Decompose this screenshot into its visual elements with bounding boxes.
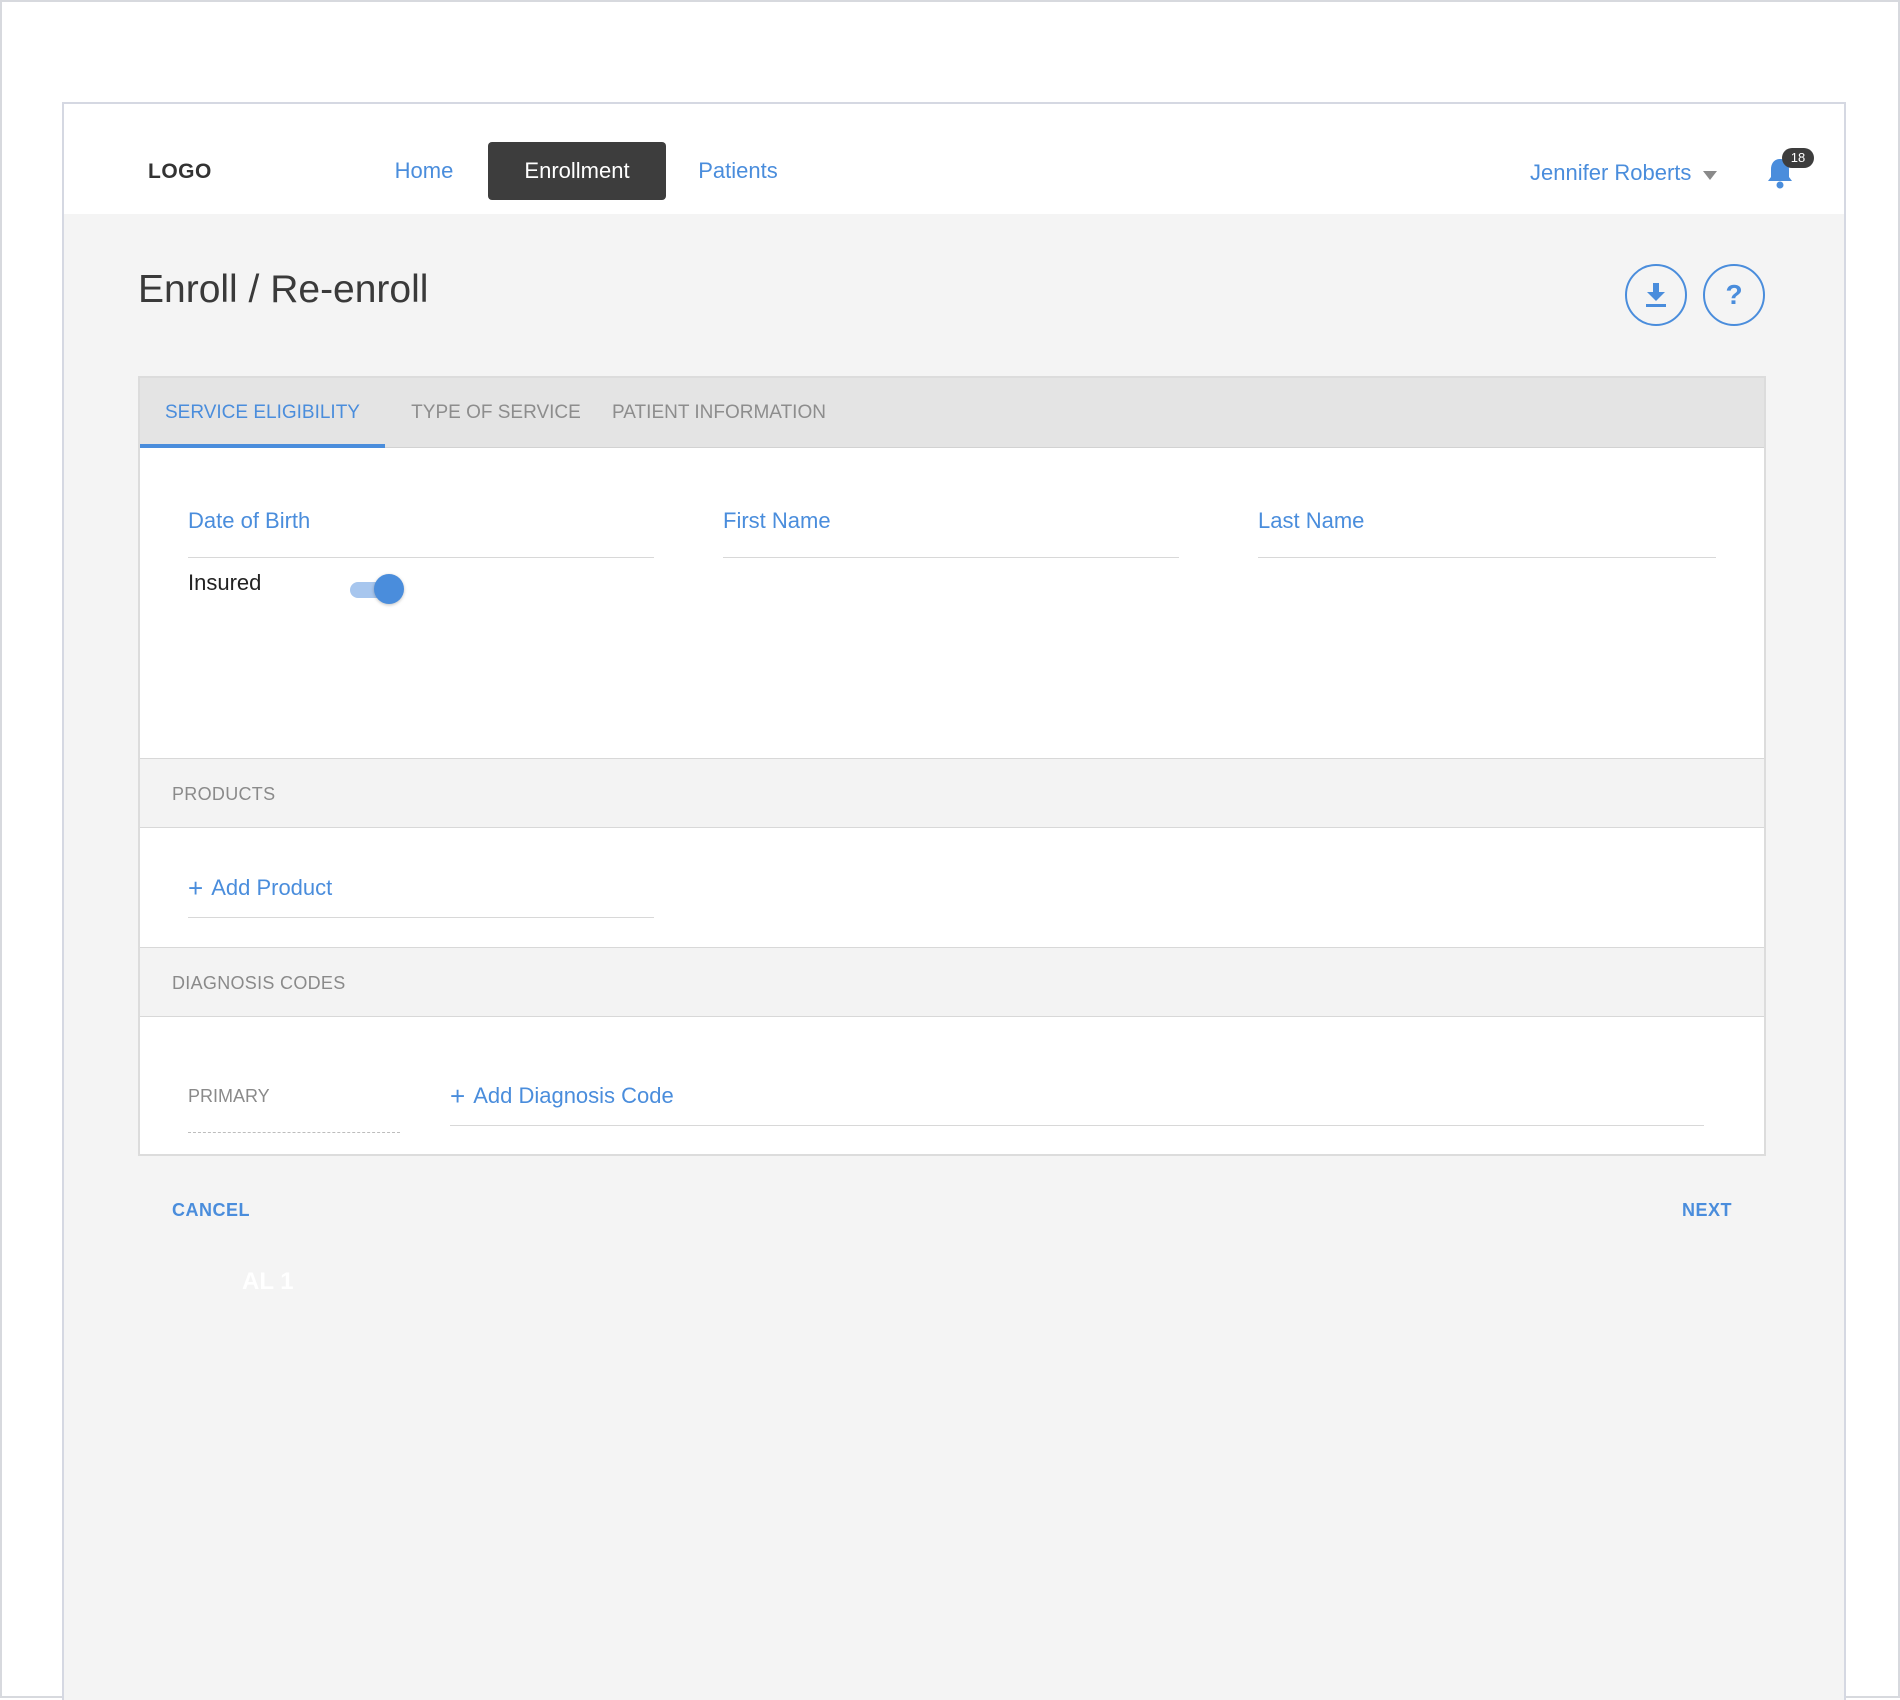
toggle-knob — [374, 574, 404, 604]
first-name-label: First Name — [723, 508, 831, 533]
nav-home[interactable]: Home — [374, 142, 474, 200]
first-name-field[interactable]: First Name — [723, 498, 1179, 558]
tab-type-of-service[interactable]: TYPE OF SERVICE — [406, 378, 586, 448]
primary-label: PRIMARY — [188, 1086, 270, 1106]
plus-icon: + — [450, 1080, 466, 1111]
cancel-button[interactable]: CANCEL — [172, 1200, 250, 1221]
faint-label: AL 1 — [242, 1268, 294, 1295]
add-product-label: Add Product — [211, 874, 333, 900]
primary-divider — [188, 1132, 400, 1133]
user-name: Jennifer Roberts — [1530, 160, 1692, 185]
user-menu[interactable]: Jennifer Roberts — [1530, 156, 1718, 190]
plus-icon: + — [188, 872, 204, 903]
diagnosis-codes-section-header: DIAGNOSIS CODES — [140, 947, 1764, 1017]
nav-enrollment[interactable]: Enrollment — [488, 142, 666, 200]
chevron-down-icon — [1703, 170, 1718, 180]
insured-toggle[interactable] — [350, 574, 404, 604]
add-diagnosis-code-label: Add Diagnosis Code — [473, 1082, 674, 1108]
page-title: Enroll / Re-enroll — [138, 268, 429, 311]
logo: LOGO — [148, 160, 212, 183]
top-navigation-bar: LOGO Home Enrollment Patients Jennifer R… — [64, 104, 1844, 214]
insured-label: Insured — [188, 570, 262, 595]
products-section-header: PRODUCTS — [140, 758, 1764, 828]
enrollment-card: SERVICE ELIGIBILITY TYPE OF SERVICE PATI… — [138, 376, 1766, 1220]
help-button[interactable]: ? — [1703, 264, 1765, 326]
tab-service-eligibility[interactable]: SERVICE ELIGIBILITY — [140, 378, 385, 448]
tab-bar: SERVICE ELIGIBILITY TYPE OF SERVICE PATI… — [140, 378, 1764, 448]
tab-patient-information[interactable]: PATIENT INFORMATION — [604, 378, 834, 448]
help-icon: ? — [1725, 279, 1743, 310]
notification-badge: 18 — [1782, 148, 1814, 168]
date-of-birth-field[interactable]: Date of Birth — [188, 498, 654, 558]
download-button[interactable] — [1625, 264, 1687, 326]
next-button[interactable]: NEXT — [1682, 1200, 1732, 1221]
last-name-label: Last Name — [1258, 508, 1365, 533]
app-frame: LOGO Home Enrollment Patients Jennifer R… — [62, 102, 1846, 1700]
add-diagnosis-code-button[interactable]: + Add Diagnosis Code — [450, 1066, 1704, 1126]
add-product-button[interactable]: + Add Product — [188, 858, 654, 918]
last-name-field[interactable]: Last Name — [1258, 498, 1716, 558]
download-icon — [1646, 283, 1666, 307]
window: LOGO Home Enrollment Patients Jennifer R… — [0, 0, 1900, 1700]
nav-patients[interactable]: Patients — [678, 142, 798, 200]
date-of-birth-label: Date of Birth — [188, 508, 311, 533]
